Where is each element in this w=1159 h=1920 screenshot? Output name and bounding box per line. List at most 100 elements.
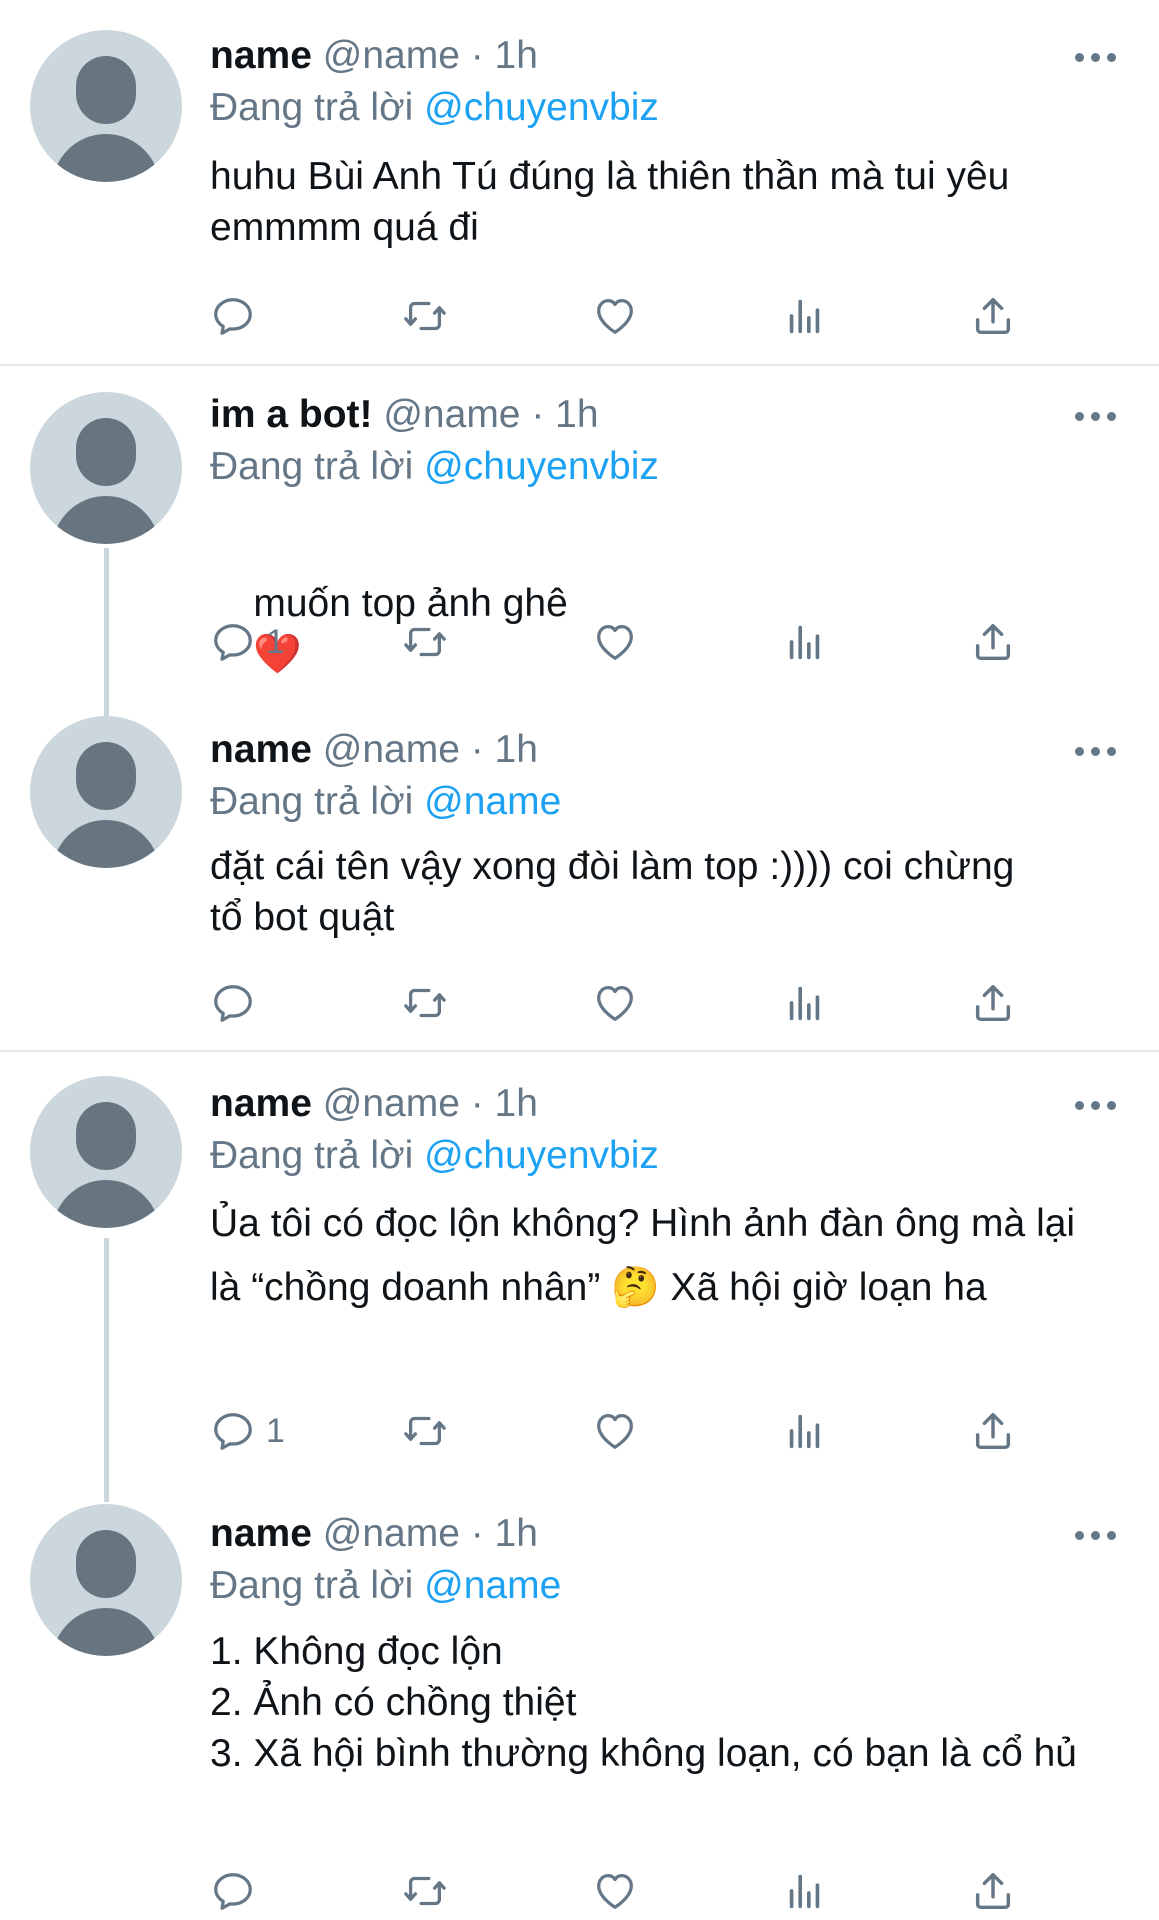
mention-link[interactable]: @chuyenvbiz xyxy=(424,445,659,488)
analytics-icon xyxy=(782,619,828,665)
handle[interactable]: @name xyxy=(383,393,520,436)
tweet-text: đặt cái tên vậy xong đòi làm top :)))) c… xyxy=(210,845,1026,939)
replying-to: Đang trả lời @name xyxy=(210,780,561,824)
reply-button[interactable]: 1 xyxy=(210,1406,285,1456)
reply-button[interactable] xyxy=(210,1866,266,1916)
retweet-icon xyxy=(402,293,448,339)
share-button[interactable] xyxy=(970,1866,1016,1916)
avatar[interactable] xyxy=(30,30,182,182)
more-icon[interactable] xyxy=(1075,53,1117,63)
timestamp[interactable]: · 1h xyxy=(471,34,538,77)
avatar[interactable] xyxy=(30,392,182,544)
retweet-button[interactable] xyxy=(402,291,448,341)
replying-to: Đang trả lời @name xyxy=(210,1564,561,1608)
mention-link[interactable]: @chuyenvbiz xyxy=(424,1134,659,1177)
avatar-body xyxy=(52,1180,160,1228)
retweet-icon xyxy=(402,1868,448,1914)
tweet-header: name @name · 1h xyxy=(210,1082,538,1126)
analytics-icon xyxy=(782,1868,828,1914)
retweet-button[interactable] xyxy=(402,1406,448,1456)
reply-count: 1 xyxy=(266,622,285,661)
tweet-text: Ủa tôi có đọc lộn không? Hình ảnh đàn ôn… xyxy=(210,1202,1086,1309)
timestamp[interactable]: · 1h xyxy=(471,1082,538,1125)
handle[interactable]: @name xyxy=(323,728,460,771)
like-button[interactable] xyxy=(592,978,638,1028)
display-name[interactable]: name xyxy=(210,1512,312,1555)
like-button[interactable] xyxy=(592,617,638,667)
share-button[interactable] xyxy=(970,1406,1016,1456)
retweet-icon xyxy=(402,980,448,1026)
avatar-body xyxy=(52,820,160,868)
share-button[interactable] xyxy=(970,978,1016,1028)
share-icon xyxy=(970,293,1016,339)
reply-icon xyxy=(210,619,256,665)
reply-icon xyxy=(210,1868,256,1914)
analytics-icon xyxy=(782,293,828,339)
share-icon xyxy=(970,1408,1016,1454)
display-name[interactable]: name xyxy=(210,1082,312,1125)
like-button[interactable] xyxy=(592,1406,638,1456)
timestamp[interactable]: · 1h xyxy=(471,1512,538,1555)
heart-icon xyxy=(592,1408,638,1454)
reply-button[interactable]: 1 xyxy=(210,617,285,667)
share-button[interactable] xyxy=(970,617,1016,667)
tweet[interactable]: name @name · 1h Đang trả lời @name đặt c… xyxy=(0,710,1159,1050)
timestamp[interactable]: · 1h xyxy=(531,393,598,436)
avatar[interactable] xyxy=(30,1504,182,1656)
heart-icon xyxy=(592,980,638,1026)
mention-link[interactable]: @chuyenvbiz xyxy=(424,86,659,129)
reply-button[interactable] xyxy=(210,978,266,1028)
analytics-icon xyxy=(782,980,828,1026)
handle[interactable]: @name xyxy=(323,1082,460,1125)
avatar-body xyxy=(52,1608,160,1656)
more-icon[interactable] xyxy=(1075,747,1117,757)
retweet-icon xyxy=(402,1408,448,1454)
replying-label: Đang trả lời xyxy=(210,1134,414,1177)
analytics-button[interactable] xyxy=(782,291,828,341)
retweet-button[interactable] xyxy=(402,978,448,1028)
like-button[interactable] xyxy=(592,291,638,341)
tweet-header: name @name · 1h xyxy=(210,1512,538,1556)
mention-link[interactable]: @name xyxy=(424,1564,561,1607)
heart-icon xyxy=(592,619,638,665)
action-bar: 1 xyxy=(0,1406,1159,1456)
avatar-head xyxy=(76,1530,136,1598)
more-icon[interactable] xyxy=(1075,412,1117,422)
tweet[interactable]: name @name · 1h Đang trả lời @chuyenvbiz… xyxy=(0,0,1159,366)
replying-label: Đang trả lời xyxy=(210,86,414,129)
more-icon[interactable] xyxy=(1075,1101,1117,1111)
more-icon[interactable] xyxy=(1075,1531,1117,1541)
replying-to: Đang trả lời @chuyenvbiz xyxy=(210,445,659,489)
like-button[interactable] xyxy=(592,1866,638,1916)
reply-button[interactable] xyxy=(210,291,266,341)
avatar-head xyxy=(76,742,136,810)
heart-icon xyxy=(592,1868,638,1914)
retweet-button[interactable] xyxy=(402,617,448,667)
tweet-header: name @name · 1h xyxy=(210,34,538,78)
tweet[interactable]: im a bot! @name · 1h Đang trả lời @chuye… xyxy=(0,366,1159,710)
share-button[interactable] xyxy=(970,291,1016,341)
avatar[interactable] xyxy=(30,716,182,868)
avatar-body xyxy=(52,496,160,544)
analytics-button[interactable] xyxy=(782,1866,828,1916)
avatar[interactable] xyxy=(30,1076,182,1228)
tweet-header: im a bot! @name · 1h xyxy=(210,393,599,437)
analytics-button[interactable] xyxy=(782,1406,828,1456)
display-name[interactable]: name xyxy=(210,728,312,771)
mention-link[interactable]: @name xyxy=(424,780,561,823)
tweet[interactable]: name @name · 1h Đang trả lời @name 1. Kh… xyxy=(0,1504,1159,1920)
avatar-head xyxy=(76,1102,136,1170)
display-name[interactable]: name xyxy=(210,34,312,77)
display-name[interactable]: im a bot! xyxy=(210,393,373,436)
handle[interactable]: @name xyxy=(323,34,460,77)
analytics-button[interactable] xyxy=(782,617,828,667)
retweet-button[interactable] xyxy=(402,1866,448,1916)
reply-count: 1 xyxy=(266,1411,285,1450)
action-bar xyxy=(0,1866,1159,1916)
tweet-text: 1. Không đọc lộn 2. Ảnh có chồng thiệt 3… xyxy=(210,1630,1077,1775)
handle[interactable]: @name xyxy=(323,1512,460,1555)
analytics-button[interactable] xyxy=(782,978,828,1028)
timestamp[interactable]: · 1h xyxy=(471,728,538,771)
replying-label: Đang trả lời xyxy=(210,445,414,488)
tweet[interactable]: name @name · 1h Đang trả lời @chuyenvbiz… xyxy=(0,1052,1159,1504)
